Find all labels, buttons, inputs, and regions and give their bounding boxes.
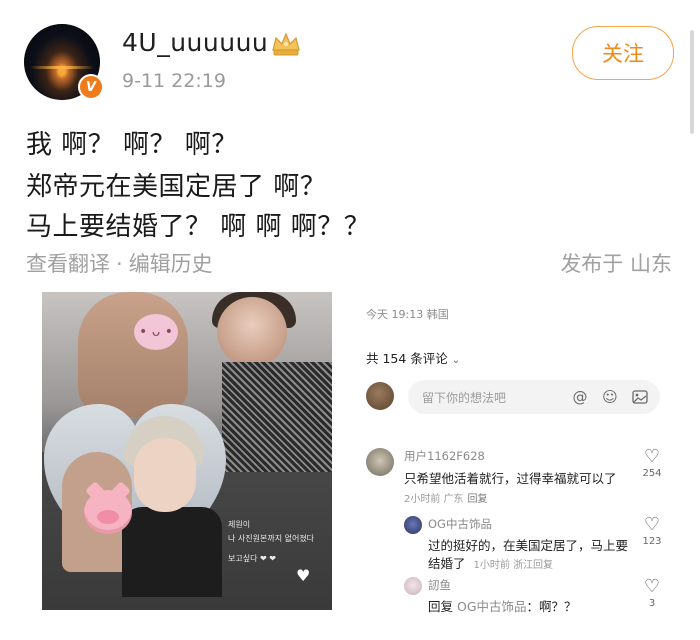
- comment-username[interactable]: 訒鱼: [428, 577, 451, 593]
- comment-text: 过的挺好的，在美国定居了，马上要: [428, 538, 629, 553]
- reply-link[interactable]: 回复: [533, 560, 553, 571]
- separator-dot: ·: [116, 252, 123, 276]
- post-time: 9-11 22:19: [122, 70, 226, 92]
- comment-meta: 2小时前 广东 回复: [404, 494, 488, 505]
- my-avatar: [366, 382, 394, 410]
- post-text-line-2: 郑帝元在美国定居了 啊？: [26, 172, 327, 202]
- at-icon[interactable]: @: [570, 387, 590, 407]
- comment-input[interactable]: 留下你的想法吧 @ ☺: [408, 380, 660, 414]
- heart-icon: ♡: [643, 446, 661, 467]
- mention-link[interactable]: OG中古饰品: [457, 599, 527, 614]
- pig-face-sticker: [84, 481, 132, 534]
- post-photo[interactable]: • ᴗ • 제원이 나 사진원본까지 없어졌다 보고싶다 ❤ ❤ ♥: [42, 292, 332, 610]
- cartoon-face-sticker: • ᴗ •: [134, 314, 178, 350]
- image-icon[interactable]: [630, 387, 650, 407]
- comment-text: 只希望他活着就行，过得幸福就可以了: [404, 471, 617, 486]
- comment-avatar[interactable]: [404, 577, 422, 595]
- comment-avatar[interactable]: [366, 448, 394, 476]
- post-actions: 查看翻译 · 编辑历史: [26, 248, 213, 278]
- post-text-line-1: 我 啊？ 啊？ 啊？: [26, 130, 238, 160]
- comment-text-cont: 结婚了 1小时前 浙江回复: [428, 556, 554, 571]
- embedded-date: 今天 19:13 韩国: [366, 308, 449, 321]
- comment-username[interactable]: OG中古饰品: [428, 516, 492, 532]
- heart-icon: ♡: [643, 514, 661, 535]
- translate-link[interactable]: 查看翻译: [26, 252, 110, 276]
- smile-icon[interactable]: ☺: [600, 387, 620, 407]
- post-text-line-3: 马上要结婚了？ 啊 啊 啊？？: [26, 212, 371, 242]
- comment-text: 回复 OG中古饰品：啊？？: [428, 599, 577, 614]
- like-button[interactable]: ♡ 3: [640, 576, 664, 610]
- chevron-down-icon: ⌄: [451, 355, 461, 366]
- photo-caption: 제원이 나 사진원본까지 없어졌다 보고싶다 ❤ ❤: [228, 520, 315, 563]
- verified-v-icon: V: [78, 74, 104, 100]
- like-button[interactable]: ♡ 254: [640, 446, 664, 480]
- comment-count[interactable]: 共 154 条评论 ⌄: [366, 348, 460, 367]
- follow-button[interactable]: 关注: [572, 26, 674, 80]
- heart-icon: ♡: [643, 576, 661, 597]
- reply-link[interactable]: 回复: [468, 494, 488, 505]
- crown-icon: [272, 32, 300, 56]
- comment-username[interactable]: 用户1162F628: [404, 448, 485, 464]
- like-button[interactable]: ♡ 123: [640, 514, 664, 548]
- edit-history-link[interactable]: 编辑历史: [129, 252, 213, 276]
- heart-icon: ♥: [296, 566, 311, 585]
- author-name[interactable]: 4U_uuuuuu: [122, 28, 268, 57]
- comment-avatar[interactable]: [404, 516, 422, 534]
- scrollbar[interactable]: [690, 30, 694, 134]
- post-location: 发布于 山东: [560, 252, 672, 276]
